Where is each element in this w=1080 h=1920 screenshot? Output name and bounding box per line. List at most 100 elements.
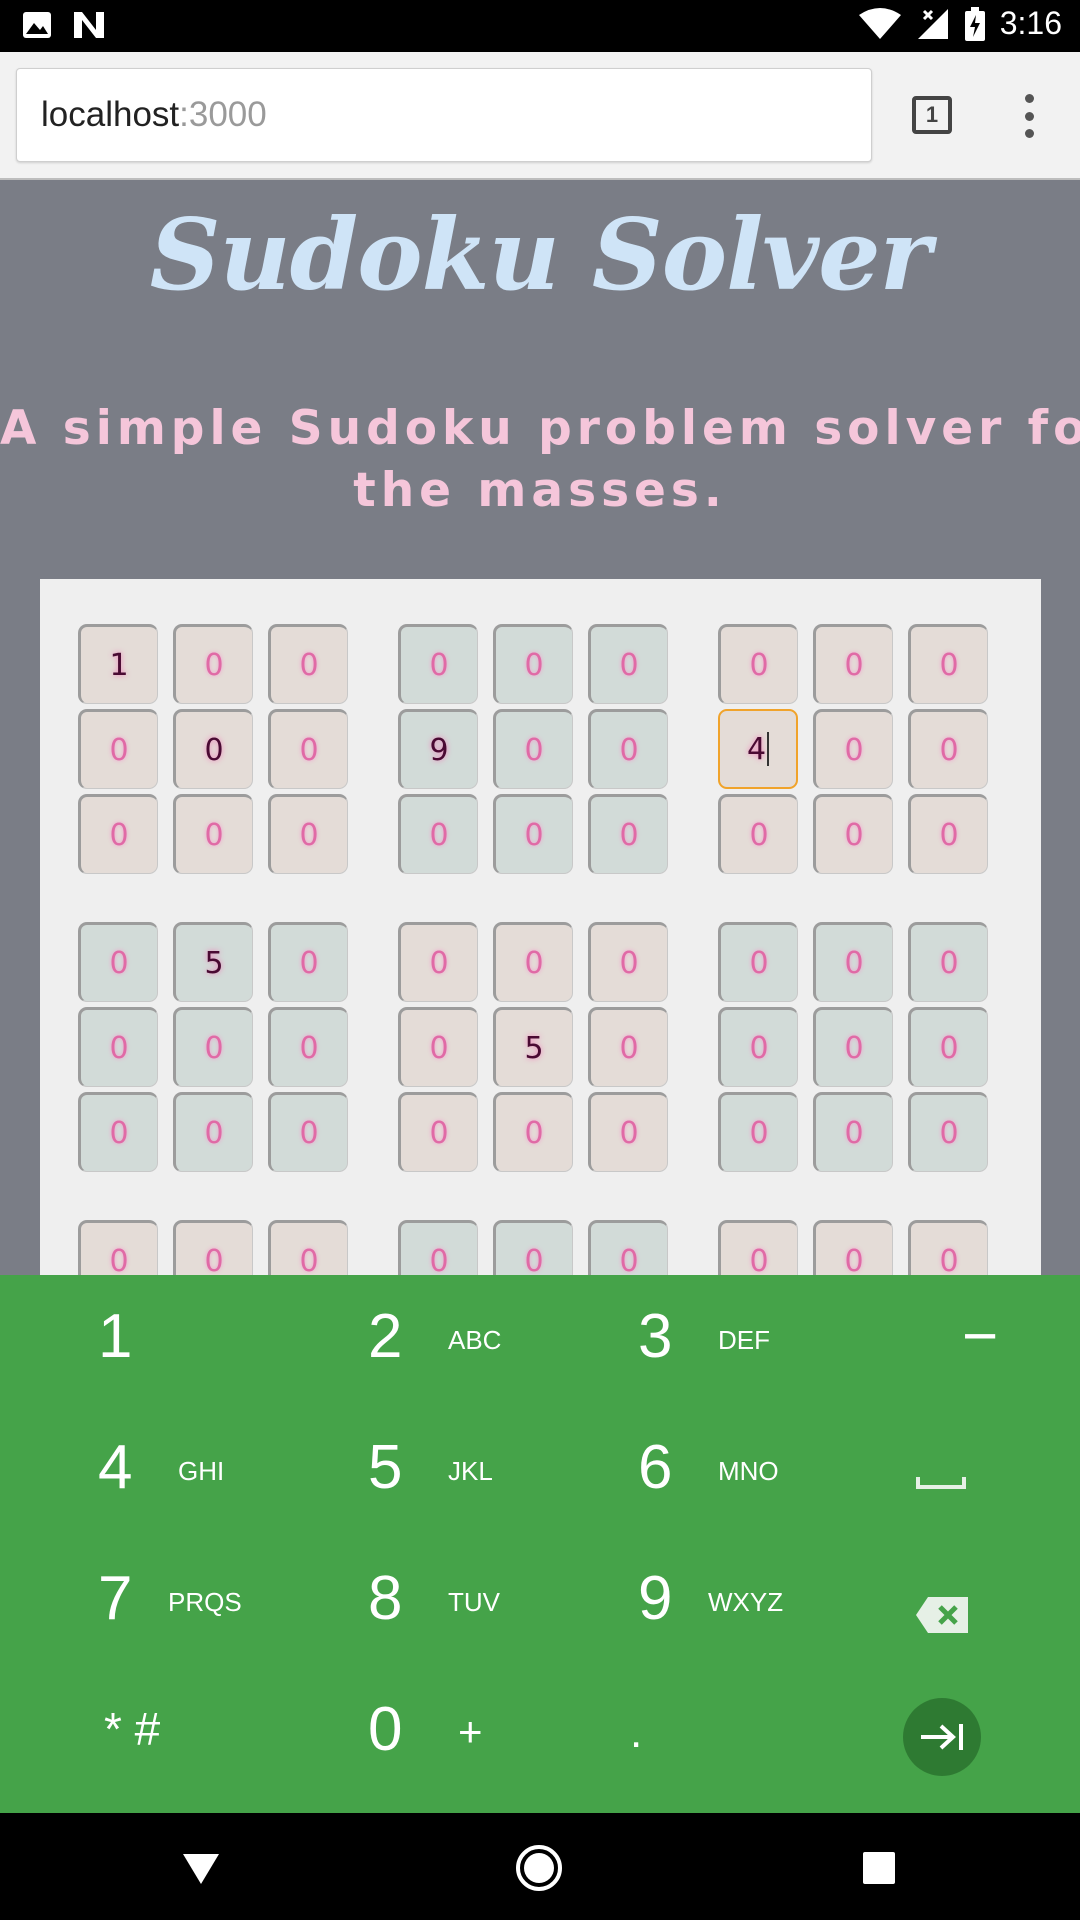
sudoku-cell[interactable]: 0 — [398, 1092, 478, 1172]
next-field-button[interactable] — [903, 1698, 981, 1776]
key-star-hash[interactable]: * # — [0, 1668, 270, 1799]
sudoku-cell[interactable]: 0 — [908, 922, 988, 1002]
sudoku-cell[interactable]: 0 — [268, 1092, 348, 1172]
cell-value: 0 — [844, 945, 864, 981]
sudoku-cell[interactable]: 0 — [908, 1007, 988, 1087]
key-8[interactable]: 8 TUV — [270, 1537, 540, 1668]
sudoku-cell[interactable]: 0 — [588, 1092, 668, 1172]
cell-value: 0 — [619, 817, 639, 853]
subtitle-line-1: A simple Sudoku problem solver for — [0, 401, 1080, 456]
sudoku-cell[interactable]: 0 — [588, 922, 668, 1002]
cell-value: 0 — [109, 1243, 129, 1279]
sudoku-cell[interactable]: 0 — [493, 709, 573, 789]
cell-value: 0 — [524, 732, 544, 768]
sudoku-cell[interactable]: 0 — [908, 1220, 988, 1279]
sudoku-cell[interactable]: 0 — [268, 794, 348, 874]
key-1[interactable]: 1 — [0, 1275, 270, 1406]
sudoku-cell[interactable]: 0 — [813, 709, 893, 789]
sudoku-cell[interactable]: 0 — [173, 624, 253, 704]
sudoku-cell[interactable]: 5 — [493, 1007, 573, 1087]
sudoku-cell[interactable]: 0 — [813, 1220, 893, 1279]
sudoku-cell[interactable]: 4 — [718, 709, 798, 789]
sudoku-cell[interactable]: 0 — [588, 1007, 668, 1087]
back-icon[interactable] — [174, 1841, 228, 1895]
sudoku-cell[interactable]: 0 — [493, 624, 573, 704]
sudoku-cell[interactable]: 0 — [813, 1092, 893, 1172]
key-2[interactable]: 2 ABC — [270, 1275, 540, 1406]
key-period[interactable]: . — [540, 1668, 810, 1799]
key-minus[interactable]: − — [810, 1275, 1080, 1406]
sudoku-cell[interactable]: 0 — [718, 1220, 798, 1279]
sudoku-cell[interactable]: 0 — [718, 1007, 798, 1087]
sudoku-cell[interactable]: 0 — [813, 794, 893, 874]
sudoku-cell[interactable]: 0 — [78, 1092, 158, 1172]
key-digit: 5 — [368, 1433, 403, 1502]
space-icon — [916, 1473, 966, 1493]
key-9[interactable]: 9 WXYZ — [540, 1537, 810, 1668]
url-text[interactable]: localhost:3000 — [41, 95, 267, 135]
key-7[interactable]: 7 PRQS — [0, 1537, 270, 1668]
sudoku-block: 0 0 0 — [398, 1220, 668, 1279]
sudoku-cell[interactable]: 1 — [78, 624, 158, 704]
sudoku-cell[interactable]: 0 — [813, 922, 893, 1002]
url-bar[interactable]: localhost:3000 — [16, 68, 872, 162]
sudoku-cell[interactable]: 0 — [268, 709, 348, 789]
cell-value: 0 — [429, 817, 449, 853]
sudoku-cell[interactable]: 0 — [493, 922, 573, 1002]
home-icon[interactable] — [512, 1841, 566, 1895]
sudoku-cell[interactable]: 0 — [173, 1007, 253, 1087]
sudoku-cell[interactable]: 9 — [398, 709, 478, 789]
sudoku-cell[interactable]: 0 — [268, 1220, 348, 1279]
sudoku-cell[interactable]: 0 — [78, 1007, 158, 1087]
sudoku-cell[interactable]: 0 — [493, 1220, 573, 1279]
sudoku-cell[interactable]: 0 — [398, 794, 478, 874]
sudoku-cell[interactable]: 0 — [173, 709, 253, 789]
sudoku-cell[interactable]: 0 — [908, 1092, 988, 1172]
sudoku-cell[interactable]: 0 — [268, 922, 348, 1002]
sudoku-cell[interactable]: 0 — [588, 1220, 668, 1279]
sudoku-cell[interactable]: 0 — [718, 624, 798, 704]
sudoku-cell[interactable]: 0 — [908, 709, 988, 789]
sudoku-cell[interactable]: 0 — [588, 709, 668, 789]
sudoku-cell[interactable]: 0 — [718, 1092, 798, 1172]
cell-value: 9 — [429, 732, 449, 768]
key-4[interactable]: 4 GHI — [0, 1406, 270, 1537]
sudoku-cell[interactable]: 0 — [718, 922, 798, 1002]
sudoku-cell[interactable]: 0 — [173, 1220, 253, 1279]
sudoku-cell[interactable]: 0 — [398, 1007, 478, 1087]
key-letters: ABC — [448, 1325, 502, 1355]
key-3[interactable]: 3 DEF — [540, 1275, 810, 1406]
key-letters: MNO — [718, 1456, 779, 1486]
sudoku-cell[interactable]: 0 — [398, 922, 478, 1002]
sudoku-block: 0 0 0 4 0 0 0 0 0 — [718, 624, 988, 874]
key-6[interactable]: 6 MNO — [540, 1406, 810, 1537]
key-digit: 6 — [638, 1433, 673, 1502]
sudoku-cell[interactable]: 0 — [493, 794, 573, 874]
sudoku-cell[interactable]: 5 — [173, 922, 253, 1002]
sudoku-cell[interactable]: 0 — [813, 624, 893, 704]
key-0[interactable]: 0 + — [270, 1668, 540, 1799]
sudoku-cell[interactable]: 0 — [173, 1092, 253, 1172]
sudoku-cell[interactable]: 0 — [78, 794, 158, 874]
recents-icon[interactable] — [852, 1841, 906, 1895]
sudoku-cell[interactable]: 0 — [908, 794, 988, 874]
key-5[interactable]: 5 JKL — [270, 1406, 540, 1537]
sudoku-cell[interactable]: 0 — [78, 709, 158, 789]
sudoku-cell[interactable]: 0 — [908, 624, 988, 704]
key-letters: PRQS — [168, 1587, 242, 1617]
key-space[interactable] — [810, 1406, 1080, 1537]
sudoku-cell[interactable]: 0 — [718, 794, 798, 874]
sudoku-cell[interactable]: 0 — [268, 1007, 348, 1087]
sudoku-cell[interactable]: 0 — [78, 1220, 158, 1279]
sudoku-cell[interactable]: 0 — [398, 624, 478, 704]
sudoku-cell[interactable]: 0 — [493, 1092, 573, 1172]
sudoku-cell[interactable]: 0 — [173, 794, 253, 874]
sudoku-cell[interactable]: 0 — [398, 1220, 478, 1279]
sudoku-cell[interactable]: 0 — [588, 624, 668, 704]
sudoku-cell[interactable]: 0 — [588, 794, 668, 874]
sudoku-cell[interactable]: 0 — [268, 624, 348, 704]
sudoku-cell[interactable]: 0 — [813, 1007, 893, 1087]
overflow-menu-icon[interactable] — [1014, 94, 1044, 138]
sudoku-cell[interactable]: 0 — [78, 922, 158, 1002]
tab-switcher-button[interactable]: 1 — [912, 96, 952, 134]
